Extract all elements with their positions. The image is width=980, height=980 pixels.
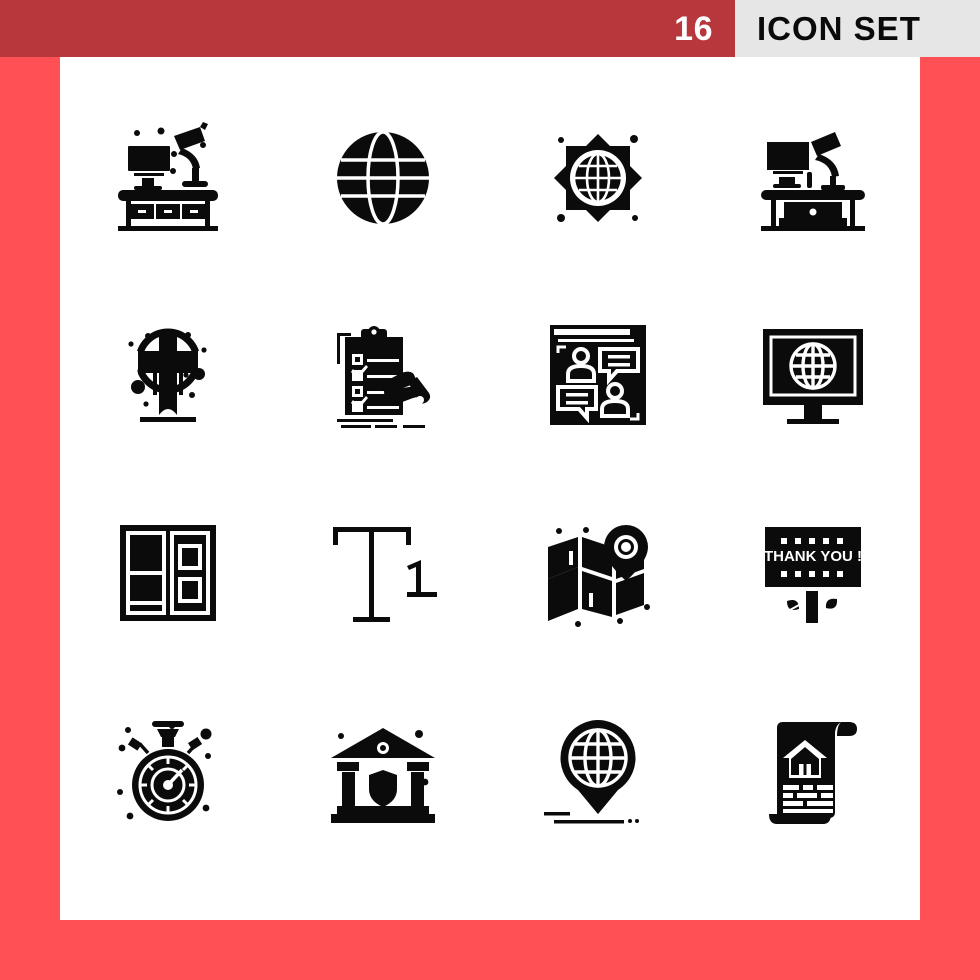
- icon-cell-7[interactable]: [490, 277, 705, 475]
- header-count-band: 16: [0, 0, 735, 57]
- stopwatch-icon: [116, 721, 211, 822]
- text-heading-t1-icon: [332, 526, 437, 622]
- desk-workspace-monitor-lamp-icon: [117, 121, 218, 231]
- icon-cell-8[interactable]: [705, 277, 920, 475]
- window-panels-icon: [119, 524, 216, 621]
- icon-cell-2[interactable]: [275, 79, 490, 277]
- monitor-globe-icon: [762, 329, 863, 425]
- globe-location-pin-icon: [543, 720, 639, 824]
- icon-cell-14[interactable]: [275, 672, 490, 870]
- icon-cell-11[interactable]: [490, 474, 705, 672]
- property-document-house-icon: [768, 722, 857, 825]
- billboard-text: THANK YOU !: [763, 548, 861, 565]
- globe-badge-star-icon: [553, 133, 642, 222]
- header-title: ICON SET: [757, 10, 921, 47]
- workspace-desk-lamp-icon: [760, 131, 865, 231]
- header-title-band: ICON SET: [735, 0, 980, 57]
- icon-cell-1[interactable]: [60, 79, 275, 277]
- billboard-thank-you-icon: THANK YOU !: [763, 526, 862, 623]
- header-bar: 16 ICON SET: [0, 0, 980, 57]
- icon-cell-4[interactable]: [705, 79, 920, 277]
- icon-cell-9[interactable]: [60, 474, 275, 672]
- icon-cell-3[interactable]: [490, 79, 705, 277]
- icon-cell-10[interactable]: [275, 474, 490, 672]
- icon-cell-5[interactable]: [60, 277, 275, 475]
- chat-conversation-users-icon: [549, 325, 646, 426]
- icon-grid: THANK YOU !: [60, 79, 920, 869]
- icon-cell-12[interactable]: THANK YOU !: [705, 474, 920, 672]
- icon-card: THANK YOU !: [60, 57, 920, 920]
- folded-map-pin-icon: [547, 524, 650, 627]
- icon-count: 16: [674, 9, 713, 48]
- icon-cell-6[interactable]: [275, 277, 490, 475]
- icon-cell-16[interactable]: [705, 672, 920, 870]
- globe-grid-icon: [336, 130, 429, 226]
- bank-shield-icon: [330, 728, 435, 824]
- icon-cell-15[interactable]: [490, 672, 705, 870]
- celtic-cross-monument-icon: [126, 328, 209, 423]
- icon-cell-13[interactable]: [60, 672, 275, 870]
- icon-set-poster: 16 ICON SET THANK YOU !: [0, 0, 980, 980]
- clipboard-checklist-hand-icon: [336, 326, 430, 429]
